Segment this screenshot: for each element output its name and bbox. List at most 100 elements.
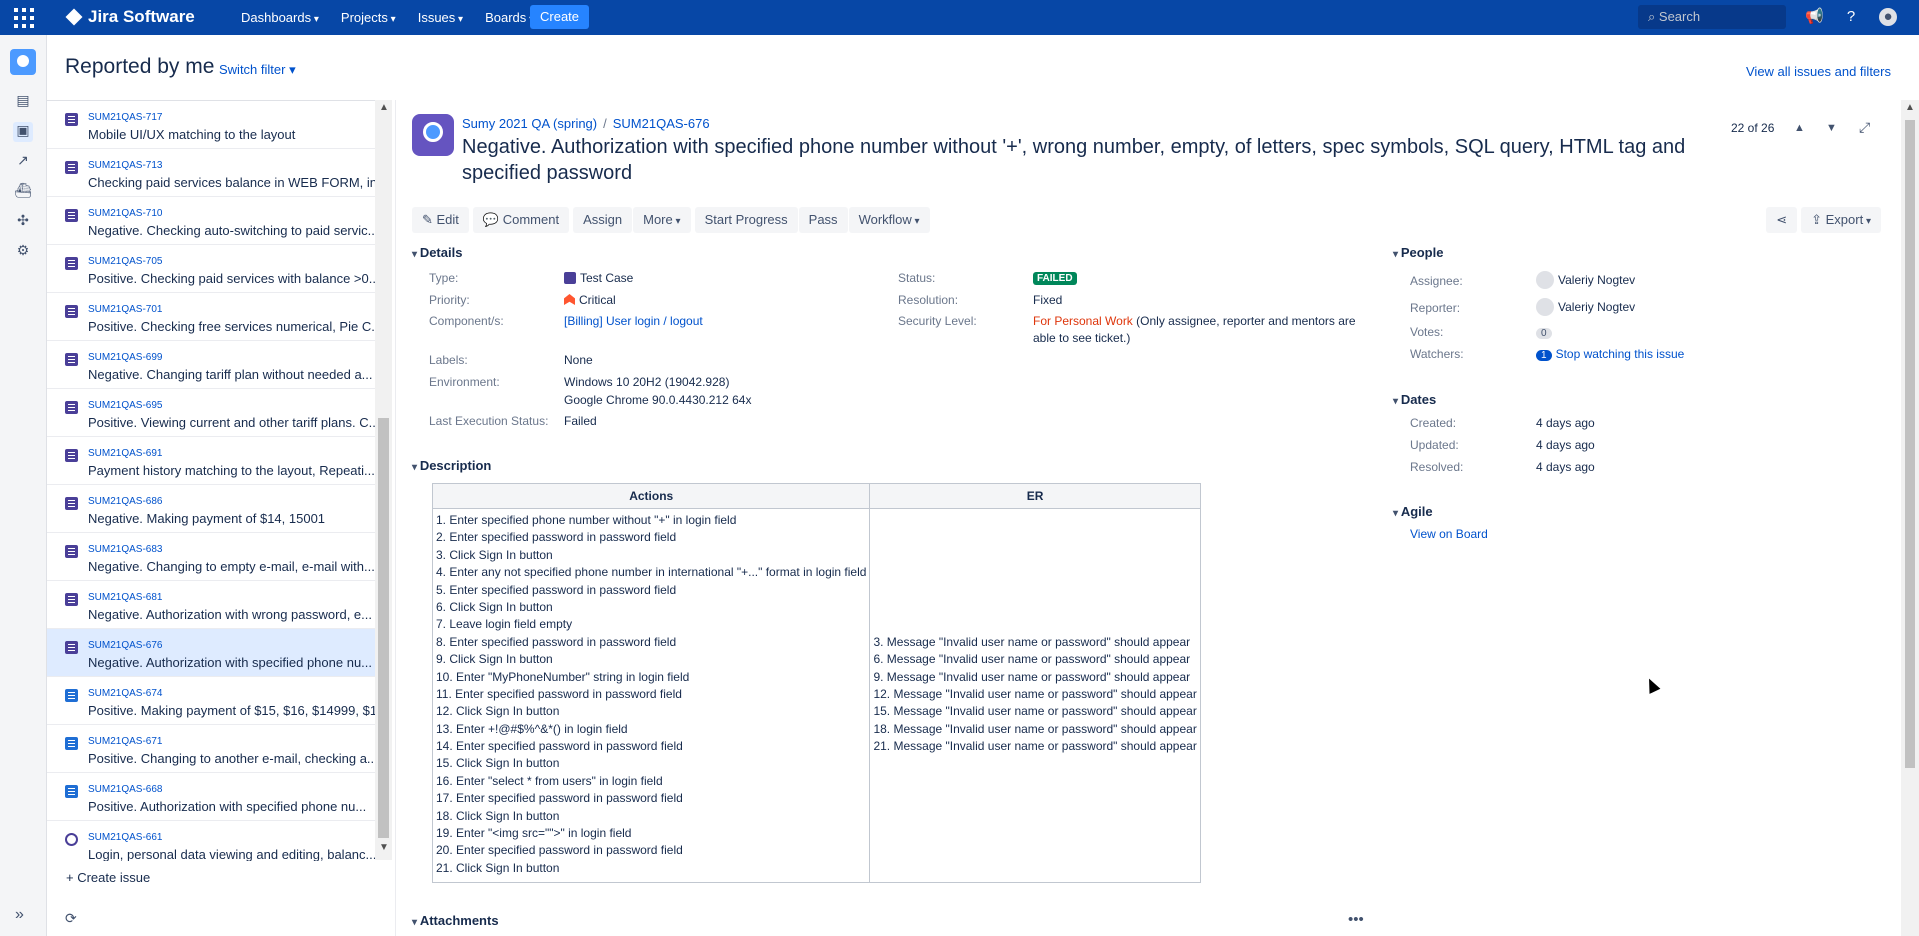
issue-list-item[interactable]: SUM21QAS-713 Checking paid services balan…	[47, 149, 375, 197]
issue-list-item[interactable]: SUM21QAS-668 Positive. Authorization with…	[47, 773, 375, 821]
issue-list-item[interactable]: SUM21QAS-686 Negative. Making payment of …	[47, 485, 375, 533]
issue-key[interactable]: SUM21QAS-683	[88, 544, 162, 555]
expand-sidebar-icon[interactable]: »	[15, 906, 24, 924]
last-execution-label: Last Execution Status:	[429, 414, 549, 428]
issue-key[interactable]: SUM21QAS-676	[88, 640, 162, 651]
stop-watching-link[interactable]: Stop watching this issue	[1556, 347, 1685, 361]
breadcrumb-issue-key[interactable]: SUM21QAS-676	[613, 116, 710, 131]
watchers-badge[interactable]: 1	[1536, 350, 1552, 361]
issue-summary: Negative. Making payment of $14, 15001	[88, 511, 326, 526]
issue-list-item[interactable]: SUM21QAS-701 Positive. Checking free serv…	[47, 293, 375, 341]
pass-button[interactable]: Pass	[798, 207, 848, 233]
issue-key[interactable]: SUM21QAS-713	[88, 160, 162, 171]
more-actions-icon[interactable]: •••	[1348, 911, 1364, 928]
issue-key[interactable]: SUM21QAS-717	[88, 112, 162, 123]
issue-title[interactable]: Negative. Authorization with specified p…	[462, 134, 1702, 186]
agile-section-toggle[interactable]: Agile	[1393, 504, 1433, 519]
next-issue-icon[interactable]: ▼	[1826, 122, 1837, 134]
assign-button[interactable]: Assign	[573, 207, 633, 233]
settings-icon[interactable]: ⚙	[13, 242, 33, 262]
view-all-issues-link[interactable]: View all issues and filters	[1746, 64, 1891, 79]
issue-list-item[interactable]: SUM21QAS-674 Positive. Making payment of …	[47, 677, 375, 725]
nav-boards[interactable]: Boards	[485, 10, 534, 25]
component-link[interactable]: [Billing] User login / logout	[564, 314, 703, 328]
full-screen-icon[interactable]: ⤢	[1859, 119, 1870, 136]
reports-icon[interactable]: ↗	[13, 152, 33, 172]
issue-key[interactable]: SUM21QAS-710	[88, 208, 162, 219]
help-icon[interactable]: ?	[1842, 8, 1860, 26]
people-section-toggle[interactable]: People	[1393, 245, 1444, 260]
issue-list-item[interactable]: SUM21QAS-676 Negative. Authorization with…	[47, 629, 375, 677]
app-name: Jira Software	[88, 7, 195, 26]
export-button[interactable]: ⇪ Export	[1801, 207, 1881, 233]
nav-issues[interactable]: Issues	[418, 10, 463, 25]
issue-key[interactable]: SUM21QAS-691	[88, 448, 162, 459]
issue-key[interactable]: SUM21QAS-681	[88, 592, 162, 603]
search-input[interactable]: ⌕ Search	[1638, 5, 1786, 29]
panel-divider[interactable]	[395, 100, 396, 936]
create-issue-button[interactable]: + Create issue	[66, 870, 150, 885]
issue-key[interactable]: SUM21QAS-699	[88, 352, 162, 363]
issue-key[interactable]: SUM21QAS-668	[88, 784, 162, 795]
breadcrumb-project[interactable]: Sumy 2021 QA (spring)	[462, 116, 597, 131]
reporter-value[interactable]: Valeriy Nogtev	[1536, 298, 1635, 316]
switch-filter-label: Switch filter	[219, 62, 286, 77]
issue-key[interactable]: SUM21QAS-695	[88, 400, 162, 411]
issue-list-item[interactable]: SUM21QAS-699 Negative. Changing tariff pl…	[47, 341, 375, 389]
issue-key[interactable]: SUM21QAS-686	[88, 496, 162, 507]
issue-list-item[interactable]: SUM21QAS-710 Negative. Checking auto-swit…	[47, 197, 375, 245]
nav-projects[interactable]: Projects	[341, 10, 396, 25]
project-avatar[interactable]	[10, 49, 36, 75]
issue-key[interactable]: SUM21QAS-705	[88, 256, 162, 267]
start-progress-button[interactable]: Start Progress	[694, 207, 798, 233]
page-scrollbar[interactable]: ▲	[1901, 100, 1919, 936]
votes-badge[interactable]: 0	[1536, 328, 1552, 339]
app-switcher-icon[interactable]	[14, 8, 34, 28]
dates-section-toggle[interactable]: Dates	[1393, 392, 1436, 407]
assignee-value[interactable]: Valeriy Nogtev	[1536, 271, 1635, 289]
issue-list-item[interactable]: SUM21QAS-661 Login, personal data viewing…	[47, 821, 375, 861]
page-scrollbar-thumb[interactable]	[1905, 120, 1915, 768]
user-avatar-icon[interactable]: ●	[1879, 8, 1897, 26]
components-label: Component/s:	[429, 314, 504, 328]
issue-list-item[interactable]: SUM21QAS-683 Negative. Changing to empty …	[47, 533, 375, 581]
issue-list-item[interactable]: SUM21QAS-717 Mobile UI/UX matching to the…	[47, 101, 375, 149]
attachments-section-toggle[interactable]: Attachments	[412, 913, 499, 928]
notifications-icon[interactable]: 📢	[1805, 8, 1824, 26]
view-on-board-link[interactable]: View on Board	[1410, 527, 1488, 541]
share-icon[interactable]: ⋖	[1766, 207, 1798, 233]
comment-button[interactable]: 💬 Comment	[472, 207, 570, 233]
scrollbar-thumb[interactable]	[378, 418, 389, 838]
add-ons-icon[interactable]: ✣	[13, 212, 33, 232]
scroll-down-icon[interactable]: ▼	[379, 842, 389, 853]
issue-list-item[interactable]: SUM21QAS-691 Payment history matching to …	[47, 437, 375, 485]
create-button[interactable]: Create	[530, 5, 590, 29]
issue-key[interactable]: SUM21QAS-674	[88, 688, 162, 699]
board-icon[interactable]: ▤	[13, 92, 33, 112]
issue-key[interactable]: SUM21QAS-661	[88, 832, 162, 843]
description-section-toggle[interactable]: Description	[412, 458, 492, 473]
issue-list-item[interactable]: SUM21QAS-695 Positive. Viewing current an…	[47, 389, 375, 437]
issue-list-scrollbar[interactable]: ▲ ▼	[375, 100, 392, 860]
nav-dashboards[interactable]: Dashboards	[241, 10, 319, 25]
refresh-icon[interactable]: ⟳	[65, 910, 77, 927]
issue-summary: Negative. Authorization with specified p…	[88, 655, 373, 670]
details-section-toggle[interactable]: Details	[412, 245, 463, 260]
previous-issue-icon[interactable]: ▲	[1794, 122, 1805, 134]
scroll-up-icon[interactable]: ▲	[379, 102, 389, 113]
workflow-button[interactable]: Workflow	[848, 207, 930, 233]
releases-icon[interactable]: ⛴	[13, 182, 33, 202]
more-button[interactable]: More	[633, 207, 691, 233]
assign-more-group: Assign More	[573, 207, 691, 233]
issue-key[interactable]: SUM21QAS-701	[88, 304, 162, 315]
issue-list-item[interactable]: SUM21QAS-671 Positive. Changing to anothe…	[47, 725, 375, 773]
jira-logo[interactable]: Jira Software	[65, 7, 195, 27]
switch-filter-button[interactable]: Switch filter ▾	[219, 62, 296, 78]
page-scroll-up-icon[interactable]: ▲	[1905, 102, 1915, 113]
edit-button[interactable]: ✎ Edit	[412, 207, 469, 233]
issue-list-item[interactable]: SUM21QAS-681 Negative. Authorization with…	[47, 581, 375, 629]
issues-icon[interactable]: ▣	[13, 122, 33, 142]
issue-list-item[interactable]: SUM21QAS-705 Positive. Checking paid serv…	[47, 245, 375, 293]
issue-key[interactable]: SUM21QAS-671	[88, 736, 162, 747]
action-step: 19. Enter "<img src="">" in login field	[436, 826, 632, 841]
